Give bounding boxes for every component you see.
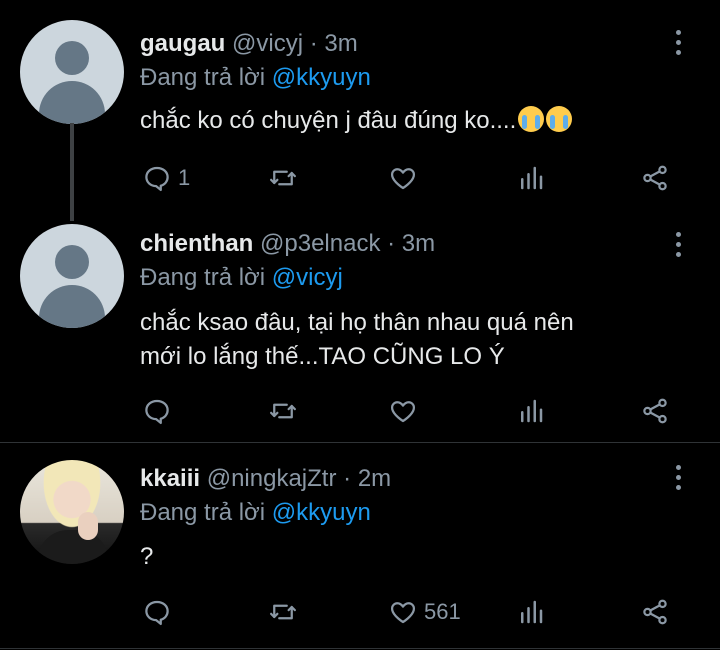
like-button[interactable]: 561 (388, 594, 461, 630)
avatar-default[interactable] (20, 224, 124, 328)
tweet-divider (0, 648, 720, 649)
more-options-icon[interactable] (672, 465, 684, 493)
reply-icon (145, 600, 169, 625)
tweet-kkaiii[interactable]: kkaiii @ningkajZtr · 2m Đang trả lời @kk… (0, 443, 720, 650)
avatar-photo[interactable] (20, 460, 124, 564)
reply-mention-link[interactable]: @vicyj (272, 264, 343, 291)
timestamp[interactable]: 2m (358, 465, 391, 492)
reply-button[interactable] (142, 594, 172, 630)
tweet-text-line: chắc ksao đâu, tại họ thân nhau quá nên (140, 309, 574, 336)
tweet-text: ? (140, 543, 154, 570)
tweet-chienthan[interactable]: chienthan @p3elnack · 3m Đang trả lời @v… (0, 0, 720, 440)
analytics-button[interactable] (516, 393, 546, 429)
analytics-icon (521, 399, 543, 423)
reply-mention-link[interactable]: @kkyuyn (272, 499, 371, 526)
replying-to-label: Đang trả lời (140, 499, 266, 526)
reply-button[interactable] (142, 393, 172, 429)
heart-icon (390, 401, 416, 423)
tweet-text-line: mới lo lắng thế...TAO CŨNG LO Ý (140, 343, 505, 370)
like-count: 561 (424, 599, 461, 624)
share-button[interactable] (640, 393, 670, 429)
timestamp[interactable]: 3m (402, 230, 435, 257)
like-button[interactable] (388, 393, 418, 429)
display-name[interactable]: kkaiii (140, 465, 200, 492)
separator-dot: · (387, 230, 396, 257)
share-icon (643, 599, 667, 625)
more-options-icon[interactable] (672, 232, 684, 260)
display-name[interactable]: chienthan (140, 230, 253, 257)
analytics-icon (521, 600, 543, 624)
replying-to-label: Đang trả lời (140, 264, 266, 291)
share-button[interactable] (640, 594, 670, 630)
heart-icon (390, 602, 416, 624)
retweet-button[interactable] (268, 594, 298, 630)
retweet-icon (270, 403, 296, 419)
analytics-button[interactable] (516, 594, 546, 630)
retweet-icon (270, 604, 296, 620)
retweet-button[interactable] (268, 393, 298, 429)
user-handle[interactable]: @p3elnack (260, 230, 380, 257)
separator-dot: · (343, 465, 352, 492)
reply-icon (145, 399, 169, 424)
user-handle[interactable]: @ningkajZtr (207, 465, 337, 492)
share-icon (643, 398, 667, 424)
